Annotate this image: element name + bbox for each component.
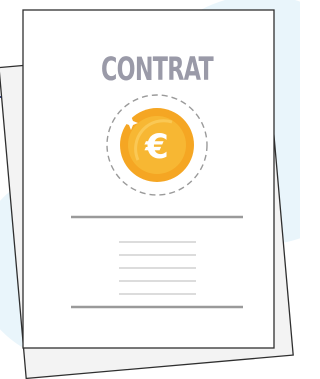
- euro-coin-icon: €: [120, 108, 194, 182]
- document-title: CONTRAT: [101, 50, 214, 88]
- contract-illustration: CONTRAT €: [0, 0, 300, 379]
- currency-symbol: €: [144, 127, 169, 167]
